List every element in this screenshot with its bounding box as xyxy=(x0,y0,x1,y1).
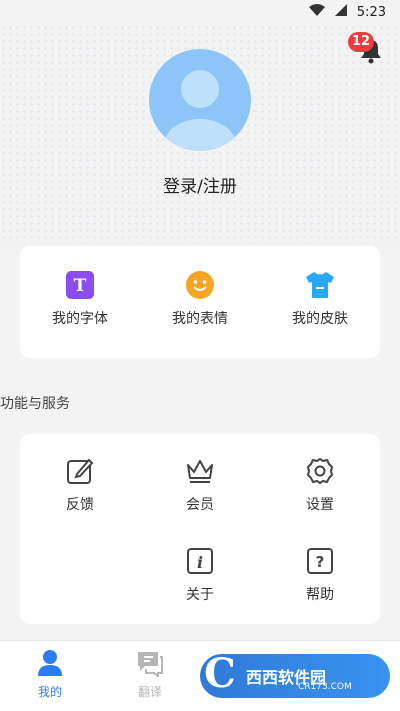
nav-tab-translate[interactable]: 翻译 xyxy=(100,649,200,700)
my-stickers-button[interactable]: 我的表情 xyxy=(140,270,260,328)
status-time: 5:23 xyxy=(356,4,386,20)
watermark-url: CR173.COM xyxy=(298,682,352,692)
quick-tiles-card: T 我的字体 我的表情 我的皮肤 xyxy=(20,246,380,358)
edit-icon xyxy=(20,456,140,486)
gear-icon xyxy=(260,456,380,486)
wifi-icon xyxy=(308,4,325,20)
help-button[interactable]: ? 帮助 xyxy=(260,546,380,604)
services-card: 反馈 会员 设置 i 关于 ? 帮助 xyxy=(20,434,380,624)
user-icon xyxy=(0,649,100,681)
tile-label: 我的字体 xyxy=(52,311,108,327)
avatar[interactable] xyxy=(149,49,251,151)
service-label: 关于 xyxy=(186,587,214,603)
crown-icon xyxy=(140,456,260,486)
signal-icon xyxy=(334,4,347,20)
user-silhouette-icon xyxy=(164,70,236,151)
notification-badge: 12 xyxy=(348,32,375,52)
membership-button[interactable]: 会员 xyxy=(140,456,260,514)
watermark-logo: C 西西软件园 CR173.COM xyxy=(200,650,390,698)
smiley-icon xyxy=(140,270,260,300)
nav-tab-me[interactable]: 我的 xyxy=(0,649,100,700)
my-skins-button[interactable]: 我的皮肤 xyxy=(260,270,380,328)
service-label: 帮助 xyxy=(306,587,334,603)
service-label: 会员 xyxy=(186,497,214,513)
notification-button[interactable]: 12 xyxy=(348,32,396,72)
info-icon: i xyxy=(140,546,260,576)
feedback-button[interactable]: 反馈 xyxy=(20,456,140,514)
chat-bubble-icon xyxy=(100,649,200,681)
services-section-title: 功能与服务 xyxy=(0,396,70,412)
svg-text:T: T xyxy=(74,276,87,296)
nav-label: 翻译 xyxy=(137,685,162,699)
settings-button[interactable]: 设置 xyxy=(260,456,380,514)
login-register-link[interactable]: 登录/注册 xyxy=(0,172,400,197)
tile-label: 我的皮肤 xyxy=(292,311,348,327)
tile-label: 我的表情 xyxy=(172,311,228,327)
logo-mark: C xyxy=(204,650,236,697)
help-icon: ? xyxy=(260,546,380,576)
status-bar: 5:23 xyxy=(0,0,400,24)
service-label: 反馈 xyxy=(66,497,94,513)
service-label: 设置 xyxy=(306,497,334,513)
my-fonts-button[interactable]: T 我的字体 xyxy=(20,270,140,328)
svg-text:?: ? xyxy=(316,553,325,571)
svg-text:i: i xyxy=(197,553,203,572)
tshirt-icon xyxy=(260,270,380,300)
about-button[interactable]: i 关于 xyxy=(140,546,260,604)
font-t-icon: T xyxy=(20,270,140,300)
nav-label: 我的 xyxy=(37,685,62,699)
